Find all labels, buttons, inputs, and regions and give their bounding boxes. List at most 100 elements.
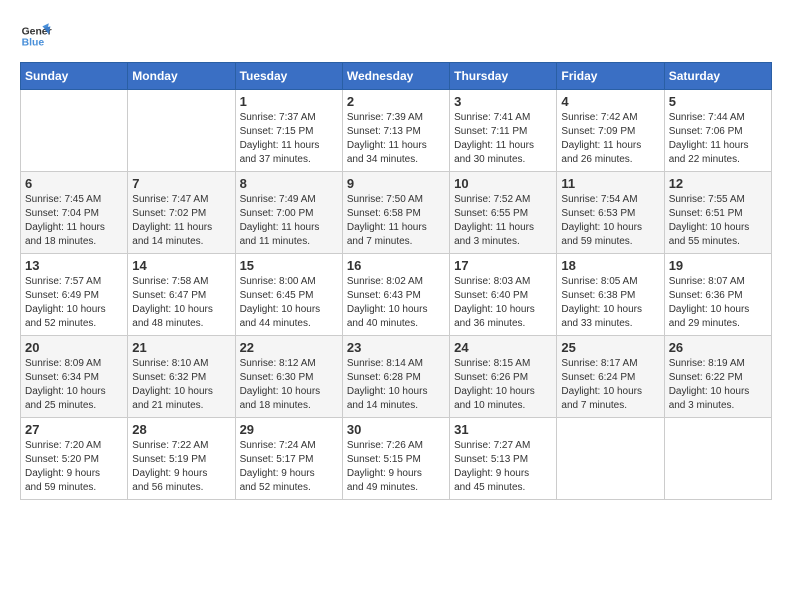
day-number: 3 xyxy=(454,94,552,109)
calendar-cell: 17 Sunrise: 8:03 AM Sunset: 6:40 PM Dayli… xyxy=(450,254,557,336)
calendar-cell: 25Sunrise: 8:17 AM Sunset: 6:24 PM Dayli… xyxy=(557,336,664,418)
calendar-cell: 7 Sunrise: 7:47 AM Sunset: 7:02 PM Daylig… xyxy=(128,172,235,254)
day-number: 9 xyxy=(347,176,445,191)
calendar-cell xyxy=(664,418,771,500)
logo-icon: General Blue xyxy=(20,20,52,52)
day-info: Sunrise: 8:15 AM Sunset: 6:26 PM Dayligh… xyxy=(454,357,552,413)
day-info: Sunrise: 7:37 AM Sunset: 7:15 PM Dayligh… xyxy=(240,111,338,167)
calendar-cell: 5 Sunrise: 7:44 AM Sunset: 7:06 PM Daylig… xyxy=(664,90,771,172)
day-number: 26 xyxy=(669,340,767,355)
day-number: 14 xyxy=(132,258,230,273)
day-number: 30 xyxy=(347,422,445,437)
day-info: Sunrise: 7:57 AM Sunset: 6:49 PM Dayligh… xyxy=(25,275,123,331)
header-monday: Monday xyxy=(128,63,235,90)
day-number: 29 xyxy=(240,422,338,437)
day-number: 13 xyxy=(25,258,123,273)
day-info: Sunrise: 8:09 AM Sunset: 6:34 PM Dayligh… xyxy=(25,357,123,413)
calendar-cell: 16 Sunrise: 8:02 AM Sunset: 6:43 PM Dayli… xyxy=(342,254,449,336)
calendar-cell: 9 Sunrise: 7:50 AM Sunset: 6:58 PM Daylig… xyxy=(342,172,449,254)
day-info: Sunrise: 7:47 AM Sunset: 7:02 PM Dayligh… xyxy=(132,193,230,249)
day-number: 18 xyxy=(561,258,659,273)
day-number: 5 xyxy=(669,94,767,109)
day-number: 15 xyxy=(240,258,338,273)
calendar-cell: 15 Sunrise: 8:00 AM Sunset: 6:45 PM Dayli… xyxy=(235,254,342,336)
calendar-cell: 1 Sunrise: 7:37 AM Sunset: 7:15 PM Daylig… xyxy=(235,90,342,172)
calendar-cell: 24Sunrise: 8:15 AM Sunset: 6:26 PM Dayli… xyxy=(450,336,557,418)
day-number: 31 xyxy=(454,422,552,437)
day-info: Sunrise: 7:49 AM Sunset: 7:00 PM Dayligh… xyxy=(240,193,338,249)
day-info: Sunrise: 7:45 AM Sunset: 7:04 PM Dayligh… xyxy=(25,193,123,249)
day-info: Sunrise: 8:19 AM Sunset: 6:22 PM Dayligh… xyxy=(669,357,767,413)
calendar-cell: 12Sunrise: 7:55 AM Sunset: 6:51 PM Dayli… xyxy=(664,172,771,254)
header-wednesday: Wednesday xyxy=(342,63,449,90)
day-info: Sunrise: 8:12 AM Sunset: 6:30 PM Dayligh… xyxy=(240,357,338,413)
calendar-cell: 26 Sunrise: 8:19 AM Sunset: 6:22 PM Dayli… xyxy=(664,336,771,418)
day-number: 21 xyxy=(132,340,230,355)
header-sunday: Sunday xyxy=(21,63,128,90)
header-saturday: Saturday xyxy=(664,63,771,90)
day-info: Sunrise: 7:27 AM Sunset: 5:13 PM Dayligh… xyxy=(454,439,552,495)
calendar-cell xyxy=(557,418,664,500)
day-info: Sunrise: 7:20 AM Sunset: 5:20 PM Dayligh… xyxy=(25,439,123,495)
logo: General Blue xyxy=(20,20,52,52)
day-info: Sunrise: 7:41 AM Sunset: 7:11 PM Dayligh… xyxy=(454,111,552,167)
calendar-cell: 28 Sunrise: 7:22 AM Sunset: 5:19 PM Dayli… xyxy=(128,418,235,500)
header-friday: Friday xyxy=(557,63,664,90)
day-info: Sunrise: 7:39 AM Sunset: 7:13 PM Dayligh… xyxy=(347,111,445,167)
header-thursday: Thursday xyxy=(450,63,557,90)
calendar-cell: 30 Sunrise: 7:26 AM Sunset: 5:15 PM Dayli… xyxy=(342,418,449,500)
day-number: 6 xyxy=(25,176,123,191)
day-info: Sunrise: 7:52 AM Sunset: 6:55 PM Dayligh… xyxy=(454,193,552,249)
day-number: 8 xyxy=(240,176,338,191)
day-info: Sunrise: 7:58 AM Sunset: 6:47 PM Dayligh… xyxy=(132,275,230,331)
calendar-cell: 27 Sunrise: 7:20 AM Sunset: 5:20 PM Dayli… xyxy=(21,418,128,500)
week-row-3: 13 Sunrise: 7:57 AM Sunset: 6:49 PM Dayli… xyxy=(21,254,772,336)
calendar-cell: 21 Sunrise: 8:10 AM Sunset: 6:32 PM Dayli… xyxy=(128,336,235,418)
day-number: 11 xyxy=(561,176,659,191)
day-number: 7 xyxy=(132,176,230,191)
calendar-cell: 10 Sunrise: 7:52 AM Sunset: 6:55 PM Dayli… xyxy=(450,172,557,254)
calendar-cell xyxy=(21,90,128,172)
calendar-cell: 20Sunrise: 8:09 AM Sunset: 6:34 PM Dayli… xyxy=(21,336,128,418)
calendar-cell: 22 Sunrise: 8:12 AM Sunset: 6:30 PM Dayli… xyxy=(235,336,342,418)
calendar-cell: 14 Sunrise: 7:58 AM Sunset: 6:47 PM Dayli… xyxy=(128,254,235,336)
day-info: Sunrise: 8:17 AM Sunset: 6:24 PM Dayligh… xyxy=(561,357,659,413)
calendar-cell: 19Sunrise: 8:07 AM Sunset: 6:36 PM Dayli… xyxy=(664,254,771,336)
day-number: 12 xyxy=(669,176,767,191)
calendar-cell: 11 Sunrise: 7:54 AM Sunset: 6:53 PM Dayli… xyxy=(557,172,664,254)
day-number: 23 xyxy=(347,340,445,355)
calendar-cell: 8 Sunrise: 7:49 AM Sunset: 7:00 PM Daylig… xyxy=(235,172,342,254)
day-info: Sunrise: 7:50 AM Sunset: 6:58 PM Dayligh… xyxy=(347,193,445,249)
calendar-cell: 13 Sunrise: 7:57 AM Sunset: 6:49 PM Dayli… xyxy=(21,254,128,336)
header-row: SundayMondayTuesdayWednesdayThursdayFrid… xyxy=(21,63,772,90)
day-info: Sunrise: 7:26 AM Sunset: 5:15 PM Dayligh… xyxy=(347,439,445,495)
day-info: Sunrise: 7:54 AM Sunset: 6:53 PM Dayligh… xyxy=(561,193,659,249)
day-number: 17 xyxy=(454,258,552,273)
day-info: Sunrise: 8:10 AM Sunset: 6:32 PM Dayligh… xyxy=(132,357,230,413)
day-number: 10 xyxy=(454,176,552,191)
day-info: Sunrise: 7:22 AM Sunset: 5:19 PM Dayligh… xyxy=(132,439,230,495)
day-info: Sunrise: 8:03 AM Sunset: 6:40 PM Dayligh… xyxy=(454,275,552,331)
calendar-cell: 18 Sunrise: 8:05 AM Sunset: 6:38 PM Dayli… xyxy=(557,254,664,336)
day-number: 22 xyxy=(240,340,338,355)
header-tuesday: Tuesday xyxy=(235,63,342,90)
calendar-cell: 6 Sunrise: 7:45 AM Sunset: 7:04 PM Daylig… xyxy=(21,172,128,254)
day-number: 16 xyxy=(347,258,445,273)
calendar-cell: 4Sunrise: 7:42 AM Sunset: 7:09 PM Daylig… xyxy=(557,90,664,172)
day-number: 28 xyxy=(132,422,230,437)
day-info: Sunrise: 8:02 AM Sunset: 6:43 PM Dayligh… xyxy=(347,275,445,331)
day-number: 4 xyxy=(561,94,659,109)
day-info: Sunrise: 7:24 AM Sunset: 5:17 PM Dayligh… xyxy=(240,439,338,495)
day-info: Sunrise: 8:00 AM Sunset: 6:45 PM Dayligh… xyxy=(240,275,338,331)
calendar-cell: 2Sunrise: 7:39 AM Sunset: 7:13 PM Daylig… xyxy=(342,90,449,172)
week-row-2: 6 Sunrise: 7:45 AM Sunset: 7:04 PM Daylig… xyxy=(21,172,772,254)
day-info: Sunrise: 8:14 AM Sunset: 6:28 PM Dayligh… xyxy=(347,357,445,413)
day-info: Sunrise: 8:05 AM Sunset: 6:38 PM Dayligh… xyxy=(561,275,659,331)
calendar-cell xyxy=(128,90,235,172)
page-header: General Blue xyxy=(20,20,772,52)
day-info: Sunrise: 7:44 AM Sunset: 7:06 PM Dayligh… xyxy=(669,111,767,167)
day-number: 1 xyxy=(240,94,338,109)
day-number: 27 xyxy=(25,422,123,437)
svg-text:Blue: Blue xyxy=(22,38,45,49)
calendar-cell: 23 Sunrise: 8:14 AM Sunset: 6:28 PM Dayli… xyxy=(342,336,449,418)
